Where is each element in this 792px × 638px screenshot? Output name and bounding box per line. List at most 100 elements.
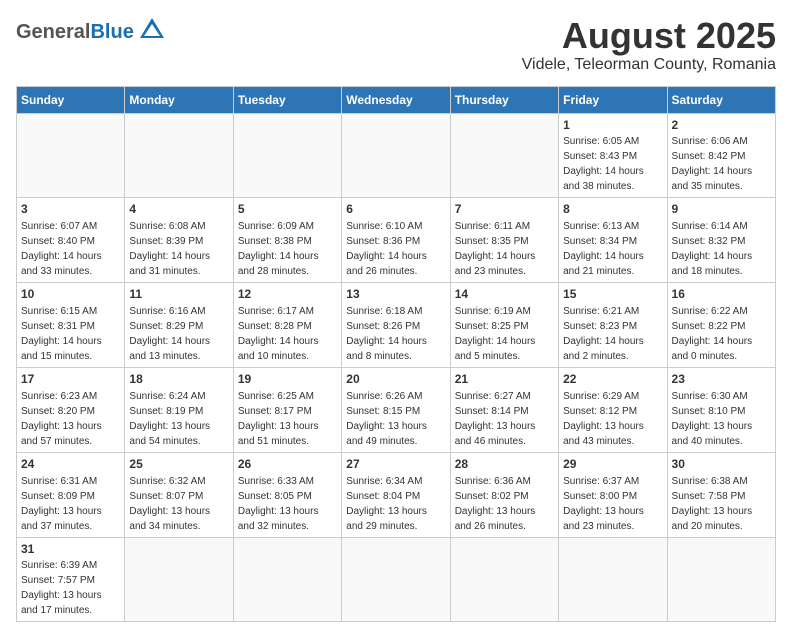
calendar-week-row: 3Sunrise: 6:07 AMSunset: 8:40 PMDaylight… xyxy=(17,198,776,283)
day-number: 11 xyxy=(129,286,228,303)
day-number: 14 xyxy=(455,286,554,303)
day-number: 19 xyxy=(238,371,337,388)
calendar-day-cell xyxy=(450,537,558,622)
day-info: Sunrise: 6:37 AMSunset: 8:00 PMDaylight:… xyxy=(563,476,644,532)
logo: GeneralBlue xyxy=(16,16,166,49)
calendar-day-cell xyxy=(667,537,775,622)
day-info: Sunrise: 6:18 AMSunset: 8:26 PMDaylight:… xyxy=(346,306,427,362)
month-title: August 2025 xyxy=(522,16,776,56)
day-info: Sunrise: 6:09 AMSunset: 8:38 PMDaylight:… xyxy=(238,221,319,277)
day-number: 12 xyxy=(238,286,337,303)
calendar-day-cell: 10 Sunrise: 6:15 AMSunset: 8:31 PMDayligh… xyxy=(17,283,125,368)
title-area: August 2025 Videle, Teleorman County, Ro… xyxy=(522,16,776,74)
day-info: Sunrise: 6:23 AMSunset: 8:20 PMDaylight:… xyxy=(21,391,102,447)
day-info: Sunrise: 6:22 AMSunset: 8:22 PMDaylight:… xyxy=(672,306,753,362)
calendar-day-cell: 12 Sunrise: 6:17 AMSunset: 8:28 PMDayligh… xyxy=(233,283,341,368)
day-info: Sunrise: 6:14 AMSunset: 8:32 PMDaylight:… xyxy=(672,221,753,277)
weekday-header-tuesday: Tuesday xyxy=(233,86,341,113)
weekday-header-thursday: Thursday xyxy=(450,86,558,113)
day-number: 17 xyxy=(21,371,120,388)
day-info: Sunrise: 6:05 AMSunset: 8:43 PMDaylight:… xyxy=(563,136,644,192)
day-info: Sunrise: 6:13 AMSunset: 8:34 PMDaylight:… xyxy=(563,221,644,277)
calendar-day-cell: 6Sunrise: 6:10 AMSunset: 8:36 PMDaylight… xyxy=(342,198,450,283)
weekday-header-sunday: Sunday xyxy=(17,86,125,113)
day-info: Sunrise: 6:17 AMSunset: 8:28 PMDaylight:… xyxy=(238,306,319,362)
calendar-day-cell: 29 Sunrise: 6:37 AMSunset: 8:00 PMDayligh… xyxy=(559,452,667,537)
day-number: 9 xyxy=(672,201,771,218)
day-info: Sunrise: 6:27 AMSunset: 8:14 PMDaylight:… xyxy=(455,391,536,447)
day-info: Sunrise: 6:21 AMSunset: 8:23 PMDaylight:… xyxy=(563,306,644,362)
calendar-day-cell xyxy=(17,113,125,198)
calendar-day-cell: 3Sunrise: 6:07 AMSunset: 8:40 PMDaylight… xyxy=(17,198,125,283)
day-number: 2 xyxy=(672,117,771,134)
day-number: 29 xyxy=(563,456,662,473)
day-info: Sunrise: 6:39 AMSunset: 7:57 PMDaylight:… xyxy=(21,560,102,616)
day-number: 16 xyxy=(672,286,771,303)
calendar-day-cell: 31 Sunrise: 6:39 AMSunset: 7:57 PMDayligh… xyxy=(17,537,125,622)
calendar-week-row: 10 Sunrise: 6:15 AMSunset: 8:31 PMDayligh… xyxy=(17,283,776,368)
calendar-day-cell: 22Sunrise: 6:29 AMSunset: 8:12 PMDayligh… xyxy=(559,367,667,452)
calendar-day-cell: 5 Sunrise: 6:09 AMSunset: 8:38 PMDaylight… xyxy=(233,198,341,283)
calendar-table: SundayMondayTuesdayWednesdayThursdayFrid… xyxy=(16,86,776,623)
calendar-day-cell xyxy=(450,113,558,198)
day-number: 4 xyxy=(129,201,228,218)
calendar-day-cell: 14 Sunrise: 6:19 AMSunset: 8:25 PMDayligh… xyxy=(450,283,558,368)
weekday-header-monday: Monday xyxy=(125,86,233,113)
day-number: 5 xyxy=(238,201,337,218)
calendar-day-cell: 11Sunrise: 6:16 AMSunset: 8:29 PMDayligh… xyxy=(125,283,233,368)
day-number: 26 xyxy=(238,456,337,473)
calendar-day-cell: 23Sunrise: 6:30 AMSunset: 8:10 PMDayligh… xyxy=(667,367,775,452)
calendar-day-cell: 13 Sunrise: 6:18 AMSunset: 8:26 PMDayligh… xyxy=(342,283,450,368)
calendar-day-cell: 21 Sunrise: 6:27 AMSunset: 8:14 PMDayligh… xyxy=(450,367,558,452)
location-title: Videle, Teleorman County, Romania xyxy=(522,56,776,74)
weekday-header-row: SundayMondayTuesdayWednesdayThursdayFrid… xyxy=(17,86,776,113)
calendar-day-cell: 16 Sunrise: 6:22 AMSunset: 8:22 PMDayligh… xyxy=(667,283,775,368)
day-number: 6 xyxy=(346,201,445,218)
day-info: Sunrise: 6:11 AMSunset: 8:35 PMDaylight:… xyxy=(455,221,536,277)
day-info: Sunrise: 6:06 AMSunset: 8:42 PMDaylight:… xyxy=(672,136,753,192)
day-number: 8 xyxy=(563,201,662,218)
day-number: 3 xyxy=(21,201,120,218)
calendar-day-cell: 17 Sunrise: 6:23 AMSunset: 8:20 PMDayligh… xyxy=(17,367,125,452)
day-number: 27 xyxy=(346,456,445,473)
calendar-day-cell: 4Sunrise: 6:08 AMSunset: 8:39 PMDaylight… xyxy=(125,198,233,283)
calendar-day-cell: 18 Sunrise: 6:24 AMSunset: 8:19 PMDayligh… xyxy=(125,367,233,452)
day-number: 22 xyxy=(563,371,662,388)
calendar-day-cell xyxy=(233,537,341,622)
day-number: 10 xyxy=(21,286,120,303)
calendar-day-cell xyxy=(125,537,233,622)
day-number: 31 xyxy=(21,541,120,558)
day-number: 23 xyxy=(672,371,771,388)
day-number: 30 xyxy=(672,456,771,473)
logo-icon xyxy=(138,16,166,49)
day-number: 21 xyxy=(455,371,554,388)
calendar-day-cell: 20Sunrise: 6:26 AMSunset: 8:15 PMDayligh… xyxy=(342,367,450,452)
calendar-day-cell: 19Sunrise: 6:25 AMSunset: 8:17 PMDayligh… xyxy=(233,367,341,452)
calendar-week-row: 1 Sunrise: 6:05 AMSunset: 8:43 PMDaylight… xyxy=(17,113,776,198)
calendar-day-cell xyxy=(233,113,341,198)
calendar-day-cell: 1 Sunrise: 6:05 AMSunset: 8:43 PMDaylight… xyxy=(559,113,667,198)
weekday-header-friday: Friday xyxy=(559,86,667,113)
day-number: 13 xyxy=(346,286,445,303)
day-number: 18 xyxy=(129,371,228,388)
page-header: GeneralBlue August 2025 Videle, Teleorma… xyxy=(16,16,776,74)
day-number: 25 xyxy=(129,456,228,473)
calendar-day-cell: 15 Sunrise: 6:21 AMSunset: 8:23 PMDayligh… xyxy=(559,283,667,368)
calendar-day-cell: 28Sunrise: 6:36 AMSunset: 8:02 PMDayligh… xyxy=(450,452,558,537)
day-number: 24 xyxy=(21,456,120,473)
day-number: 15 xyxy=(563,286,662,303)
calendar-day-cell: 24Sunrise: 6:31 AMSunset: 8:09 PMDayligh… xyxy=(17,452,125,537)
day-info: Sunrise: 6:15 AMSunset: 8:31 PMDaylight:… xyxy=(21,306,102,362)
calendar-day-cell: 8 Sunrise: 6:13 AMSunset: 8:34 PMDaylight… xyxy=(559,198,667,283)
day-info: Sunrise: 6:19 AMSunset: 8:25 PMDaylight:… xyxy=(455,306,536,362)
calendar-day-cell: 27Sunrise: 6:34 AMSunset: 8:04 PMDayligh… xyxy=(342,452,450,537)
day-info: Sunrise: 6:32 AMSunset: 8:07 PMDaylight:… xyxy=(129,476,210,532)
logo-text: GeneralBlue xyxy=(16,21,134,44)
calendar-week-row: 31 Sunrise: 6:39 AMSunset: 7:57 PMDayligh… xyxy=(17,537,776,622)
day-number: 1 xyxy=(563,117,662,134)
calendar-day-cell xyxy=(125,113,233,198)
day-number: 28 xyxy=(455,456,554,473)
day-info: Sunrise: 6:24 AMSunset: 8:19 PMDaylight:… xyxy=(129,391,210,447)
calendar-day-cell: 7Sunrise: 6:11 AMSunset: 8:35 PMDaylight… xyxy=(450,198,558,283)
day-info: Sunrise: 6:33 AMSunset: 8:05 PMDaylight:… xyxy=(238,476,319,532)
